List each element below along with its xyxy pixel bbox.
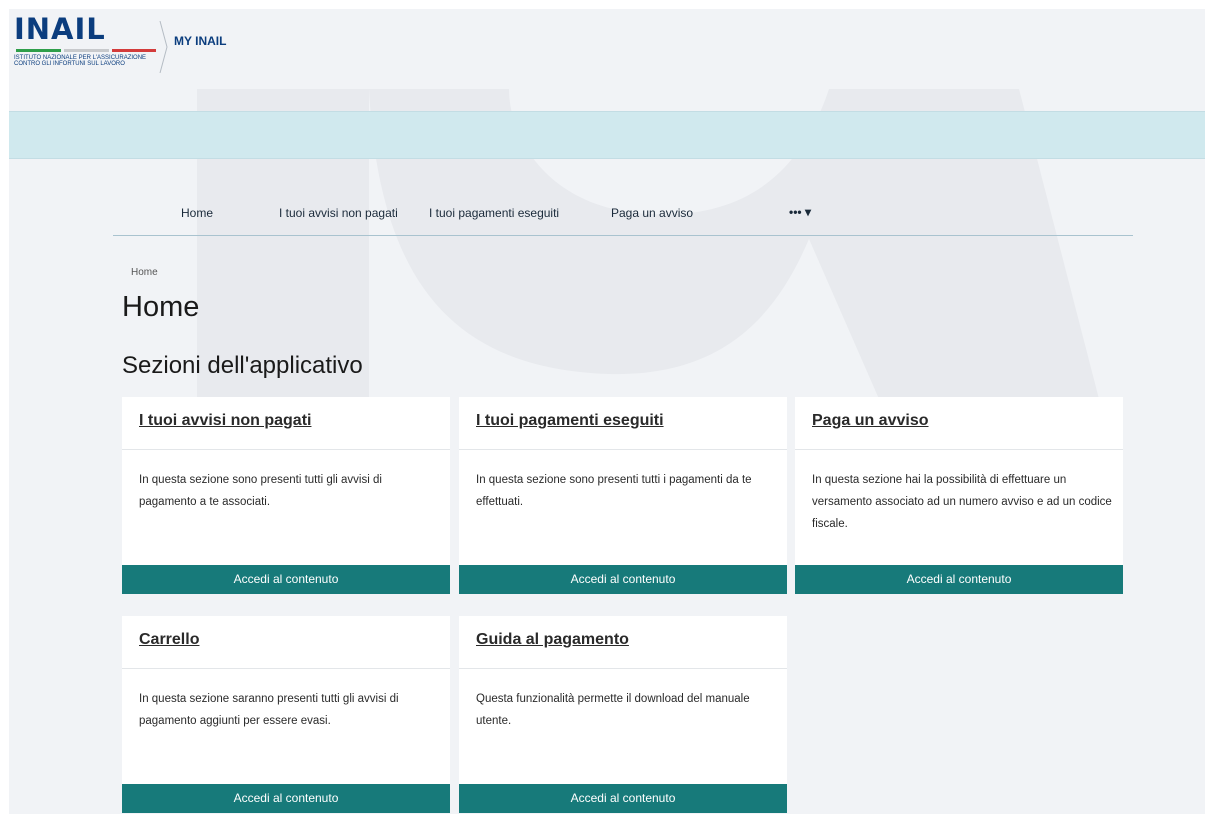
card-title-link[interactable]: Carrello <box>139 631 199 649</box>
header: INAIL ISTITUTO NAZIONALE PER L'ASSICURAZ… <box>9 9 1205 111</box>
card-divider <box>795 449 1123 450</box>
card-description: Questa funzionalità permette il download… <box>476 693 750 727</box>
card-guida-pagamento: Guida al pagamento Questa funzionalità p… <box>459 616 787 813</box>
card-pagamenti-eseguiti: I tuoi pagamenti eseguiti In questa sezi… <box>459 397 787 594</box>
card-title-link[interactable]: I tuoi avvisi non pagati <box>139 412 311 430</box>
card-description: In questa sezione saranno presenti tutti… <box>139 693 399 727</box>
nav-item-avvisi-non-pagati[interactable]: I tuoi avvisi non pagati <box>279 206 398 220</box>
nav-item-home[interactable]: Home <box>181 206 213 220</box>
card-title-link[interactable]: Paga un avviso <box>812 412 929 430</box>
breadcrumb[interactable]: Home <box>131 267 158 278</box>
card-description: In questa sezione hai la possibilità di … <box>812 474 1112 530</box>
info-banner <box>9 111 1205 159</box>
app-name: MY INAIL <box>174 34 227 48</box>
card-divider <box>459 668 787 669</box>
card-paga-avviso: Paga un avviso In questa sezione hai la … <box>795 397 1123 594</box>
nav-item-paga-avviso[interactable]: Paga un avviso <box>611 206 693 220</box>
card-divider <box>459 449 787 450</box>
page-background: INAIL ISTITUTO NAZIONALE PER L'ASSICURAZ… <box>9 9 1205 814</box>
access-content-button[interactable]: Accedi al contenuto <box>795 565 1123 594</box>
card-title-link[interactable]: I tuoi pagamenti eseguiti <box>476 412 664 430</box>
access-content-button[interactable]: Accedi al contenuto <box>459 565 787 594</box>
card-avvisi-non-pagati: I tuoi avvisi non pagati In questa sezio… <box>122 397 450 594</box>
page-title: Home <box>122 291 200 323</box>
card-divider <box>122 668 450 669</box>
logo-tricolor-line <box>16 49 156 52</box>
logo-subtitle: ISTITUTO NAZIONALE PER L'ASSICURAZIONE C… <box>14 55 147 67</box>
logo-wordmark: INAIL <box>14 12 106 46</box>
card-description: In questa sezione sono presenti tutti gl… <box>139 474 382 508</box>
main-navigation: Home I tuoi avvisi non pagati I tuoi pag… <box>113 197 1133 236</box>
inail-logo[interactable]: INAIL ISTITUTO NAZIONALE PER L'ASSICURAZ… <box>14 12 164 72</box>
card-description: In questa sezione sono presenti tutti i … <box>476 474 752 508</box>
nav-more-dropdown[interactable]: ••• ▾ <box>789 205 811 219</box>
logo-separator-chevron <box>159 21 168 73</box>
card-carrello: Carrello In questa sezione saranno prese… <box>122 616 450 813</box>
card-divider <box>122 449 450 450</box>
access-content-button[interactable]: Accedi al contenuto <box>122 565 450 594</box>
access-content-button[interactable]: Accedi al contenuto <box>122 784 450 813</box>
access-content-button[interactable]: Accedi al contenuto <box>459 784 787 813</box>
section-title: Sezioni dell'applicativo <box>122 352 363 379</box>
card-title-link[interactable]: Guida al pagamento <box>476 631 629 649</box>
nav-item-pagamenti-eseguiti[interactable]: I tuoi pagamenti eseguiti <box>429 206 559 220</box>
